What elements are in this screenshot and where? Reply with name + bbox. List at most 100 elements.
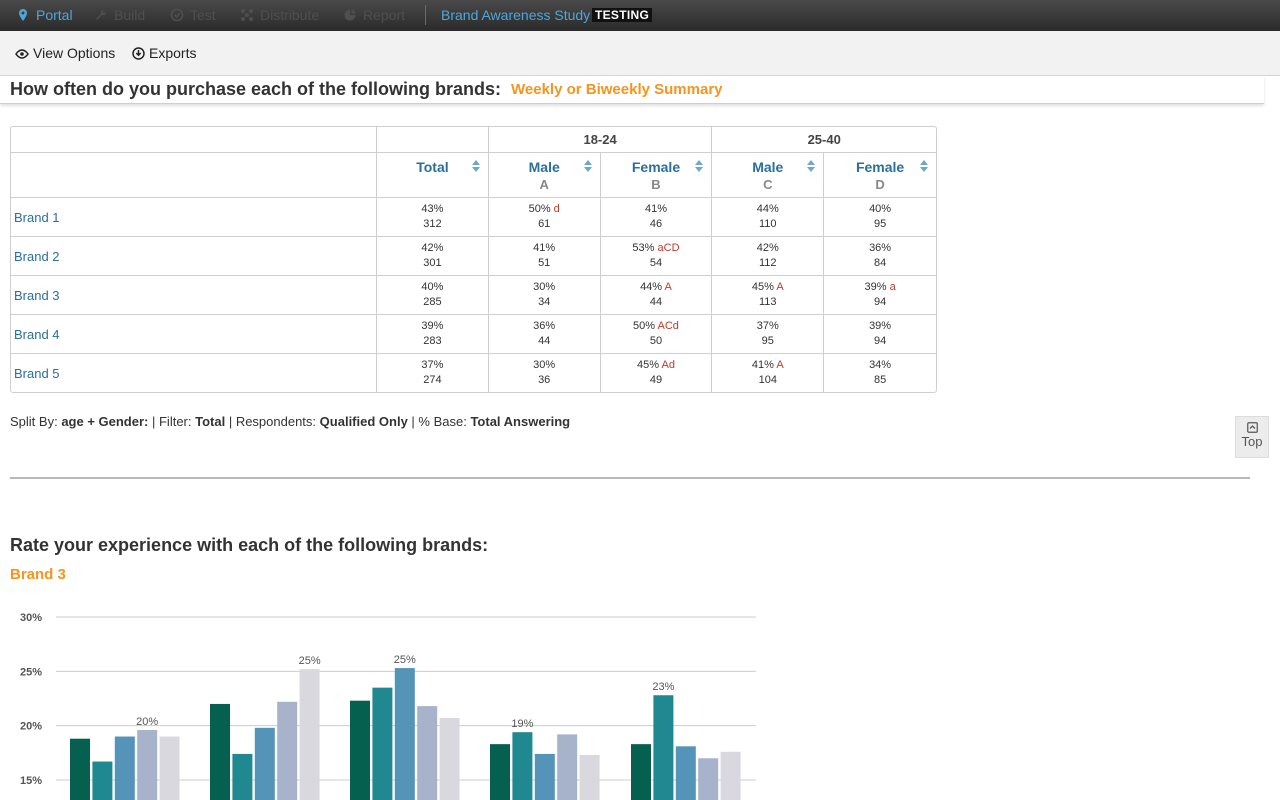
y-tick-label: 20%	[20, 721, 42, 733]
group-header: 18-24	[488, 127, 713, 153]
sort-icon[interactable]	[583, 160, 592, 172]
nav-test-label: Test	[190, 7, 216, 23]
sort-icon[interactable]	[807, 160, 816, 172]
cell-percent: 44%	[756, 203, 779, 215]
nav-portal[interactable]: Portal	[16, 0, 73, 30]
cell-count: 312	[423, 218, 442, 230]
check-circle-icon	[170, 8, 184, 22]
bar[interactable]	[534, 753, 555, 800]
bar[interactable]	[159, 736, 180, 800]
bar[interactable]	[490, 744, 510, 800]
row-label[interactable]: Brand 3	[11, 276, 378, 315]
cell-count: 46	[649, 218, 663, 230]
sort-icon[interactable]	[471, 160, 480, 172]
filter-label: Filter:	[158, 414, 192, 429]
bar[interactable]	[631, 744, 651, 800]
bar[interactable]	[210, 703, 230, 800]
column-header[interactable]: Total	[377, 153, 489, 198]
bar[interactable]	[254, 727, 275, 800]
bar[interactable]	[439, 718, 460, 800]
status-badge: TESTING	[592, 8, 653, 22]
bar[interactable]	[92, 761, 113, 800]
question-title: How often do you purchase each of the fo…	[10, 79, 502, 99]
table-cell: 41% 46	[600, 198, 713, 237]
row-label[interactable]: Brand 4	[11, 315, 378, 354]
cell-percent: 36%	[869, 242, 892, 254]
row-label[interactable]: Brand 2	[11, 237, 378, 276]
cell-count: 51	[538, 257, 551, 269]
study-title[interactable]: Brand Awareness Study	[441, 0, 590, 30]
bar[interactable]	[350, 700, 370, 800]
bar[interactable]	[114, 736, 135, 800]
bar[interactable]	[698, 758, 719, 800]
cell-count: 110	[759, 218, 777, 230]
base-label: % Base:	[418, 414, 467, 429]
bar[interactable]	[137, 730, 158, 800]
column-header[interactable]: Male C	[712, 153, 825, 198]
view-options-button[interactable]: View Options	[15, 44, 115, 62]
bar[interactable]	[232, 753, 253, 800]
cell-percent: 53%	[632, 242, 655, 254]
column-letter: C	[763, 177, 773, 192]
table-cell: 41% A 104	[712, 354, 825, 392]
table-cell: 44% 110	[712, 198, 825, 237]
bar[interactable]	[675, 746, 696, 800]
table-cell: 41% 51	[488, 237, 601, 276]
table-cell: 30% 36	[489, 354, 601, 392]
bar[interactable]	[70, 738, 90, 800]
nav-test[interactable]: Test	[170, 0, 216, 30]
wrench-icon	[96, 9, 107, 20]
cell-count: 54	[649, 257, 663, 269]
nav-build[interactable]: Build	[94, 0, 145, 30]
column-header[interactable]: Female B	[600, 153, 713, 198]
section-divider	[10, 477, 1250, 479]
significance-marker: A	[776, 359, 784, 371]
top-nav-bar: Portal Build Test Distribute Report Bran…	[0, 0, 1280, 32]
cell-count: 285	[423, 296, 442, 308]
row-label[interactable]: Brand 1	[11, 198, 378, 237]
bar[interactable]	[394, 668, 415, 800]
filter-value: Total	[195, 414, 226, 429]
column-header[interactable]: Female D	[824, 153, 936, 198]
row-label[interactable]: Brand 5	[11, 354, 378, 392]
bar[interactable]	[372, 687, 393, 800]
chart-question-title: Rate your experience with each of the fo…	[10, 535, 489, 555]
cell-count: 95	[761, 335, 774, 347]
sort-icon[interactable]	[695, 160, 704, 172]
report-toolbar: View Options Exports	[0, 31, 1280, 76]
bar[interactable]	[277, 701, 298, 800]
cell-count: 112	[759, 257, 777, 269]
nav-distribute[interactable]: Distribute	[240, 0, 319, 30]
bar[interactable]	[512, 732, 533, 800]
nav-report[interactable]: Report	[343, 0, 405, 30]
sort-icon[interactable]	[920, 160, 928, 172]
cell-count: 94	[873, 335, 887, 347]
bar[interactable]	[653, 695, 674, 800]
cell-count: 36	[538, 374, 551, 386]
cell-count: 104	[758, 374, 777, 386]
question-subtitle: Weekly or Biweekly Summary	[511, 81, 723, 98]
table-cell: 37% 274	[377, 354, 489, 392]
group-header: 25-40	[712, 127, 936, 153]
cell-percent: 39%	[864, 281, 887, 293]
download-icon	[132, 47, 145, 60]
bar[interactable]	[417, 706, 438, 800]
bar-chart: 30% 25% 20% 15% 20% 25% 25% 19% 23%	[20, 612, 756, 800]
table-cell: 36% 84	[824, 237, 936, 276]
significance-marker: A	[664, 281, 672, 293]
table-cell: 39% 94	[824, 315, 936, 354]
cell-percent: 37%	[421, 359, 444, 371]
table-row: Brand 1 43% 312 50% d 61 41% 46 44% 110 40% 95	[11, 198, 936, 237]
column-header[interactable]: Male A	[488, 153, 601, 198]
respondents-label: Respondents:	[235, 414, 317, 429]
bar[interactable]	[557, 734, 578, 800]
row-label-header	[11, 153, 378, 198]
back-to-top-button[interactable]: Top	[1235, 416, 1269, 458]
exports-button[interactable]: Exports	[132, 44, 196, 62]
column-letter: B	[651, 177, 661, 192]
bar[interactable]	[720, 751, 741, 800]
cell-count: 61	[538, 218, 551, 230]
bar[interactable]	[299, 669, 320, 800]
bar[interactable]	[579, 755, 600, 800]
table-cell: 30% 34	[488, 276, 601, 315]
